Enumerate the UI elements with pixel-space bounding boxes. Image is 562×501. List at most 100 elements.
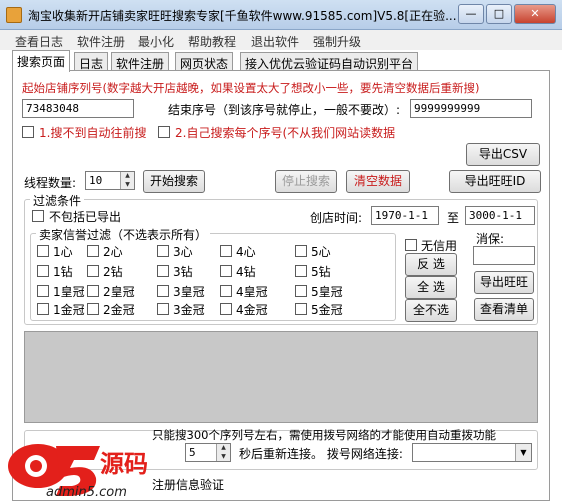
credit-checkbox[interactable] (295, 265, 307, 277)
credit-checkbox[interactable] (37, 303, 49, 315)
credit-label: 5皇冠 (311, 285, 343, 299)
close-button[interactable]: ✕ (514, 4, 556, 24)
consumer-protection-label: 消保: (476, 232, 505, 246)
stop-search-button[interactable]: 停止搜索 (275, 170, 337, 193)
tab-page-status[interactable]: 网页状态 (175, 52, 234, 71)
clear-data-button[interactable]: 清空数据 (346, 170, 410, 193)
start-search-button[interactable]: 开始搜索 (143, 170, 205, 193)
menu-view-log[interactable]: 查看日志 (15, 33, 63, 50)
credit-label: 3钻 (173, 265, 193, 279)
credit-checkbox[interactable] (220, 245, 232, 257)
tab-register[interactable]: 软件注册 (111, 52, 170, 71)
end-serial-input[interactable] (410, 99, 532, 118)
credit-label: 2金冠 (103, 303, 135, 317)
exclude-exported-label: 不包括已导出 (49, 210, 122, 224)
start-serial-input[interactable] (22, 99, 134, 118)
credit-checkbox[interactable] (37, 245, 49, 257)
invert-selection-button[interactable]: 反 选 (405, 253, 457, 276)
select-all-button[interactable]: 全 选 (405, 276, 457, 299)
credit-checkbox[interactable] (87, 285, 99, 297)
credit-checkbox[interactable] (37, 285, 49, 297)
consumer-protection-input[interactable] (473, 246, 535, 265)
select-none-button[interactable]: 全不选 (405, 299, 457, 322)
credit-filter-label: 卖家信誉过滤（不选表示所有） (36, 226, 211, 243)
created-time-label: 创店时间: (310, 211, 363, 225)
credit-checkbox[interactable] (87, 303, 99, 315)
credit-checkbox[interactable] (295, 303, 307, 315)
credit-label: 4皇冠 (236, 285, 268, 299)
self-search-checkbox[interactable] (158, 126, 170, 138)
end-serial-label: 结束序号（到该序号就停止，一般不要改）: (168, 103, 401, 117)
app-icon (6, 7, 22, 23)
credit-checkbox[interactable] (37, 265, 49, 277)
redial-label: 秒后重新连接。 拨号网络连接: (239, 447, 403, 461)
title-bar: 淘宝收集新开店铺卖家旺旺搜索专家[千鱼软件www.91585.com]V5.8[… (0, 0, 562, 30)
credit-label: 3皇冠 (173, 285, 205, 299)
credit-label: 5金冠 (311, 303, 343, 317)
auto-backward-label: 1.搜不到自动往前搜 (39, 126, 147, 140)
export-csv-button[interactable]: 导出CSV (466, 143, 540, 166)
credit-label: 4心 (236, 245, 256, 259)
credit-checkbox[interactable] (87, 245, 99, 257)
filter-group-label: 过滤条件 (30, 192, 85, 209)
tab-search[interactable]: 搜索页面 (12, 50, 71, 72)
maximize-button[interactable]: □ (486, 4, 512, 24)
svg-text:admin5.com: admin5.com (46, 485, 127, 500)
export-wangwang-id-button[interactable]: 导出旺旺ID (449, 170, 541, 193)
credit-checkbox[interactable] (157, 245, 169, 257)
date-to-input[interactable] (465, 206, 535, 225)
credit-label: 2皇冠 (103, 285, 135, 299)
redial-notice: 只能搜300个序列号左右，需使用拨号网络的才能使用自动重拨功能 (152, 428, 496, 442)
credit-label: 3心 (173, 245, 193, 259)
no-credit-label: 无信用 (421, 239, 458, 253)
credit-label: 1金冠 (53, 303, 85, 317)
menu-bar: 查看日志 软件注册 最小化 帮助教程 退出软件 强制升级 (0, 30, 562, 50)
watermark-logo: 源码 admin5.com (0, 428, 170, 501)
date-to-label: 至 (447, 211, 460, 225)
minimize-button[interactable]: — (458, 4, 484, 24)
credit-checkbox[interactable] (220, 265, 232, 277)
export-wangwang-button[interactable]: 导出旺旺 (474, 271, 534, 294)
credit-checkbox[interactable] (157, 265, 169, 277)
credit-label: 5心 (311, 245, 331, 259)
svg-text:源码: 源码 (100, 450, 148, 478)
credit-label: 4金冠 (236, 303, 268, 317)
credit-checkbox[interactable] (157, 303, 169, 315)
menu-exit[interactable]: 退出软件 (251, 33, 299, 50)
credit-checkbox[interactable] (295, 285, 307, 297)
no-credit-checkbox[interactable] (405, 239, 417, 251)
menu-minimize[interactable]: 最小化 (138, 33, 174, 50)
credit-label: 3金冠 (173, 303, 205, 317)
credit-label: 2钻 (103, 265, 123, 279)
credit-checkbox[interactable] (220, 303, 232, 315)
threads-spinner[interactable]: ▲ ▼ (120, 172, 134, 189)
threads-label: 线程数量: (24, 176, 77, 190)
redial-seconds-spinner[interactable]: ▲ ▼ (216, 444, 230, 461)
view-list-button[interactable]: 查看清单 (474, 298, 534, 321)
self-search-label: 2.自己搜索每个序号(不从我们网站读数据 (175, 126, 396, 140)
credit-checkbox[interactable] (157, 285, 169, 297)
credit-label: 2心 (103, 245, 123, 259)
start-serial-label: 起始店铺序列号(数字越大开店越晚，如果设置太大了想改小一些，要先清空数据后重新搜… (22, 81, 480, 95)
chevron-down-icon: ▼ (515, 444, 531, 461)
menu-help[interactable]: 帮助教程 (188, 33, 236, 50)
credit-checkbox[interactable] (220, 285, 232, 297)
credit-checkbox[interactable] (87, 265, 99, 277)
credit-label: 1皇冠 (53, 285, 85, 299)
auto-backward-checkbox[interactable] (22, 126, 34, 138)
date-from-input[interactable] (371, 206, 439, 225)
menu-register[interactable]: 软件注册 (77, 33, 125, 50)
exclude-exported-checkbox[interactable] (32, 210, 44, 222)
dialup-connection-select[interactable]: ▼ (412, 443, 532, 462)
credit-label: 1钻 (53, 265, 73, 279)
menu-force-upgrade[interactable]: 强制升级 (313, 33, 361, 50)
tab-log[interactable]: 日志 (74, 52, 109, 71)
credit-checkbox[interactable] (295, 245, 307, 257)
credit-label: 1心 (53, 245, 73, 259)
credit-label: 5钻 (311, 265, 331, 279)
tab-captcha-platform[interactable]: 接入优优云验证码自动识别平台 (240, 52, 419, 71)
a5-logo-icon: 源码 admin5.com (8, 444, 148, 500)
credit-label: 4钻 (236, 265, 256, 279)
window-title: 淘宝收集新开店铺卖家旺旺搜索专家[千鱼软件www.91585.com]V5.8[… (28, 9, 457, 23)
results-list[interactable] (24, 331, 538, 423)
